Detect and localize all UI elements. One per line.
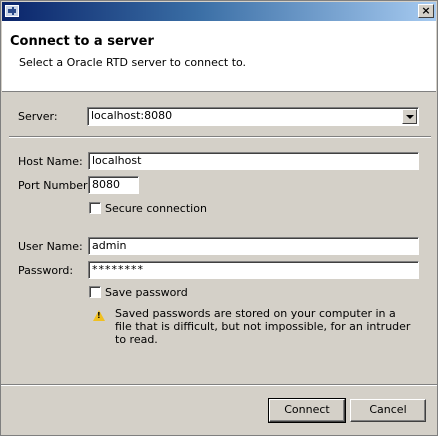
server-label: Server: — [18, 110, 58, 123]
close-button[interactable]: × — [418, 4, 434, 18]
secure-connection-checkbox[interactable] — [89, 202, 101, 214]
title-bar[interactable]: × — [2, 2, 436, 21]
secure-connection-label: Secure connection — [105, 202, 207, 215]
chevron-down-icon[interactable] — [402, 109, 417, 124]
host-name-input[interactable]: localhost — [88, 152, 419, 170]
password-label: Password: — [18, 264, 74, 277]
user-name-label: User Name: — [18, 240, 83, 253]
server-combo[interactable]: localhost:8080 — [87, 107, 419, 126]
warning-text: Saved passwords are stored on your compu… — [115, 307, 411, 346]
connect-button[interactable]: Connect — [268, 398, 346, 423]
host-name-label: Host Name: — [18, 155, 83, 168]
port-number-label: Port Number: — [18, 179, 92, 192]
separator — [9, 136, 431, 138]
dialog-header: Connect to a server Select a Oracle RTD … — [2, 21, 436, 92]
warning-icon — [93, 310, 105, 321]
save-password-label: Save password — [105, 286, 188, 299]
save-password-checkbox[interactable] — [89, 286, 101, 298]
port-number-input[interactable]: 8080 — [88, 176, 139, 194]
cancel-button[interactable]: Cancel — [350, 399, 426, 422]
app-icon — [5, 5, 19, 17]
password-input[interactable]: ******** — [88, 261, 419, 279]
dialog-description: Select a Oracle RTD server to connect to… — [19, 56, 247, 69]
connect-dialog: × Connect to a server Select a Oracle RT… — [0, 0, 438, 436]
user-name-input[interactable]: admin — [88, 237, 419, 255]
dialog-title: Connect to a server — [10, 34, 154, 49]
server-combo-value: localhost:8080 — [91, 109, 173, 122]
button-bar-separator — [1, 384, 437, 386]
